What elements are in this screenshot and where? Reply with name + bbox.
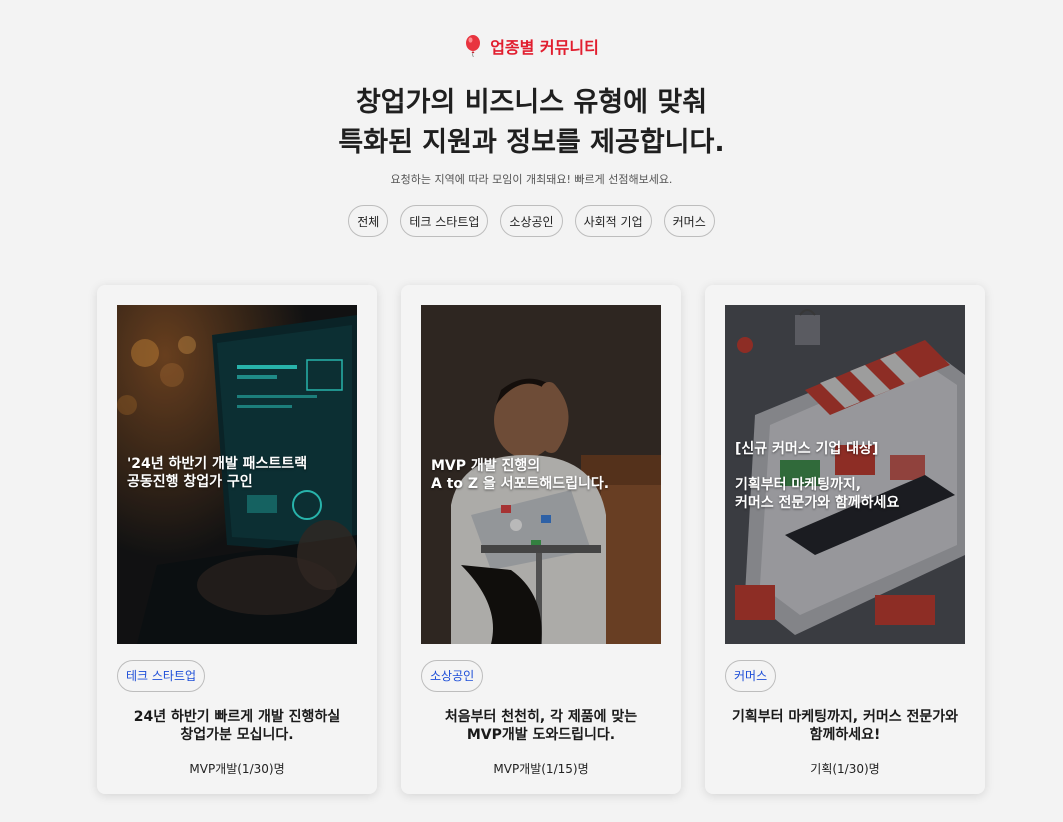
category-tag: 커머스 [725,660,777,692]
community-card[interactable]: '24년 하반기 개발 패스트트랙 공동진행 창업가 구인 테크 스타트업 24… [97,285,377,794]
card-title: 24년 하반기 빠르게 개발 진행하실 창업가분 모십니다. [133,709,341,743]
community-card[interactable]: MVP 개발 진행의 A to Z 을 서포트해드립니다. 소상공인 처음부터 … [401,285,681,794]
section-eyebrow: 업종별 커뮤니티 [464,34,599,58]
card-thumbnail: MVP 개발 진행의 A to Z 을 서포트해드립니다. [421,305,661,644]
category-filters: 전체 테크 스타트업 소상공인 사회적 기업 커머스 [0,205,1063,237]
card-participants: MVP개발(1/30)명 [189,762,285,776]
card-title: 처음부터 천천히, 각 제품에 맞는 MVP개발 도와드립니다. [444,709,638,743]
card-participants: 기획(1/30)명 [810,762,880,776]
subtitle: 요청하는 지역에 따라 모임이 개최돼요! 빠르게 선점해보세요. [390,173,673,186]
thumbnail-caption: MVP 개발 진행의 A to Z 을 서포트해드립니다. [431,458,610,492]
filter-chip-small-business[interactable]: 소상공인 [500,205,563,237]
filter-chip-tech-startup[interactable]: 테크 스타트업 [400,205,489,237]
category-tag: 소상공인 [421,660,484,692]
community-header: 업종별 커뮤니티 창업가의 비즈니스 유형에 맞춰 특화된 지원과 정보를 제공… [0,0,1063,237]
balloon-icon [464,35,482,58]
category-tag: 테크 스타트업 [117,660,206,692]
card-thumbnail: [신규 커머스 기업 대상] 기획부터 마케팅까지, 커머스 전문가와 함께하세… [725,305,965,644]
card-thumbnail: '24년 하반기 개발 패스트트랙 공동진행 창업가 구인 [117,305,357,644]
headline-line-2: 특화된 지원과 정보를 제공합니다. [338,127,725,158]
filter-chip-commerce[interactable]: 커머스 [663,205,715,237]
filter-chip-all[interactable]: 전체 [348,205,389,237]
thumbnail-caption: '24년 하반기 개발 패스트트랙 공동진행 창업가 구인 [127,456,308,490]
thumbnail-caption: [신규 커머스 기업 대상] 기획부터 마케팅까지, 커머스 전문가와 함께하세… [735,441,900,511]
filter-chip-social-enterprise[interactable]: 사회적 기업 [574,205,652,237]
headline-line-1: 창업가의 비즈니스 유형에 맞춰 [355,87,708,118]
eyebrow-label: 업종별 커뮤니티 [490,38,599,57]
card-title: 기획부터 마케팅까지, 커머스 전문가와 함께하세요! [731,709,959,743]
page-title: 창업가의 비즈니스 유형에 맞춰 특화된 지원과 정보를 제공합니다. [0,83,1063,163]
community-card-list: '24년 하반기 개발 패스트트랙 공동진행 창업가 구인 테크 스타트업 24… [97,285,985,794]
card-participants: MVP개발(1/15)명 [493,762,589,776]
community-card[interactable]: [신규 커머스 기업 대상] 기획부터 마케팅까지, 커머스 전문가와 함께하세… [705,285,985,794]
